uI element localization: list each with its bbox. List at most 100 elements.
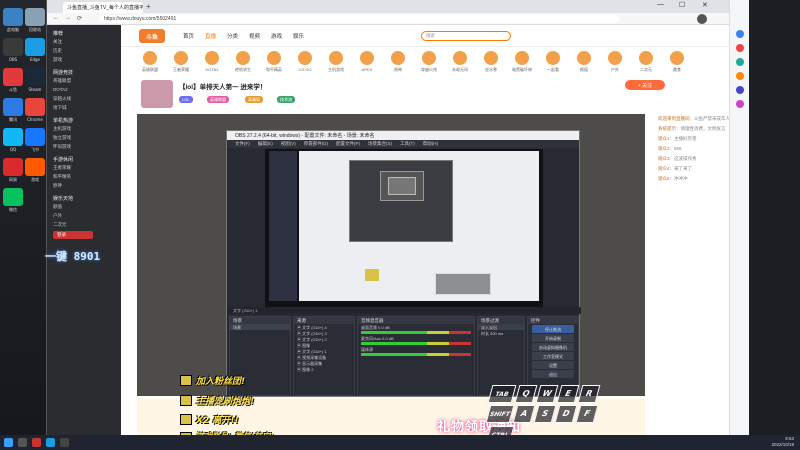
category-icon[interactable] — [453, 51, 467, 65]
category-icon[interactable] — [546, 51, 560, 65]
category-label[interactable]: 永劫无间 — [449, 67, 471, 73]
obs-control-button[interactable]: 退出 — [532, 370, 574, 378]
recycle-bin-icon[interactable] — [25, 8, 45, 26]
category-label[interactable]: 颜值 — [573, 67, 595, 73]
chrome-icon[interactable] — [25, 98, 45, 116]
volume-meter[interactable] — [361, 353, 471, 356]
category-label[interactable]: 逆水寒 — [480, 67, 502, 73]
nav-category[interactable]: 分类 — [227, 32, 238, 40]
nav-fun[interactable]: 娱乐 — [293, 32, 304, 40]
category-label[interactable]: 原神 — [387, 67, 409, 73]
nav-live[interactable]: 直播 — [205, 32, 216, 40]
maximize-button[interactable]: ☐ — [679, 1, 685, 9]
category-icon[interactable] — [577, 51, 591, 65]
app-icon-2[interactable] — [3, 68, 23, 86]
sidebar-item[interactable]: 穿越火线 — [47, 94, 121, 103]
category-icon[interactable] — [329, 51, 343, 65]
volume-meter[interactable] — [361, 331, 471, 334]
shopping-icon[interactable] — [736, 44, 744, 52]
douyu-logo[interactable]: 斗鱼 — [139, 29, 165, 43]
profile-avatar[interactable] — [697, 14, 707, 24]
edge-icon[interactable] — [46, 438, 55, 447]
url-field[interactable]: https://www.douyu.com/5502491 — [99, 15, 619, 23]
tools-icon[interactable] — [736, 58, 744, 66]
sidebar-item[interactable]: 主机游戏 — [47, 124, 121, 133]
obs-preview[interactable] — [265, 149, 543, 307]
sidebar-item[interactable]: DOTA2 — [47, 85, 121, 94]
search-icon[interactable] — [736, 30, 744, 38]
sidebar-item[interactable]: 游戏 — [47, 55, 121, 64]
sidebar-item[interactable]: 英雄联盟 — [47, 76, 121, 85]
login-button[interactable]: 登录 — [53, 231, 93, 239]
obs-icon[interactable] — [60, 438, 69, 447]
obs-control-button[interactable]: 启动虚拟摄像机 — [532, 343, 574, 351]
sidebar-item[interactable]: 关注 — [47, 37, 121, 46]
outlook-icon[interactable] — [736, 100, 744, 108]
obs-menu-item[interactable]: 工具(T) — [400, 141, 415, 146]
close-button[interactable]: ✕ — [702, 1, 708, 9]
obs-control-button[interactable]: 停止推流 — [532, 325, 574, 333]
category-icon[interactable] — [236, 51, 250, 65]
category-icon[interactable] — [484, 51, 498, 65]
nav-video[interactable]: 视频 — [249, 32, 260, 40]
category-icon[interactable] — [143, 51, 157, 65]
nav-home[interactable]: 首页 — [183, 32, 194, 40]
obs-control-button[interactable]: 开始录制 — [532, 334, 574, 342]
room-tag[interactable]: 英雄联盟 — [207, 96, 229, 103]
obs-menu-item[interactable]: 视图(V) — [281, 141, 296, 146]
search-icon[interactable] — [18, 438, 27, 447]
sidebar-item[interactable]: 户外 — [47, 211, 121, 220]
category-label[interactable]: 王者荣耀 — [170, 67, 192, 73]
sidebar-item[interactable]: 怀旧游戏 — [47, 142, 121, 151]
forward-icon[interactable]: → — [65, 15, 71, 21]
category-label[interactable]: 二次元 — [635, 67, 657, 73]
app-icon-5[interactable] — [3, 158, 23, 176]
app-icon-4[interactable] — [25, 128, 45, 146]
obs-menu-item[interactable]: 配置文件(P) — [336, 141, 360, 146]
room-tag[interactable]: 技术流 — [277, 96, 295, 103]
obs-menu-item[interactable]: 文件(F) — [235, 141, 250, 146]
scene-item[interactable]: 场景 — [230, 324, 290, 330]
start-icon[interactable] — [4, 438, 13, 447]
app-icon-6[interactable] — [25, 158, 45, 176]
refresh-icon[interactable]: ⟳ — [77, 15, 82, 22]
app-icon[interactable] — [32, 438, 41, 447]
tab-douyu[interactable]: 斗鱼直播_斗鱼TV_每个人的直播平台 — [63, 2, 143, 13]
anchor-avatar[interactable] — [141, 80, 173, 108]
app-icon-3[interactable] — [3, 98, 23, 116]
category-icon[interactable] — [205, 51, 219, 65]
sidebar-item[interactable]: 颜值 — [47, 202, 121, 211]
obs-menu-item[interactable]: 编辑(E) — [258, 141, 273, 146]
obs-menu-item[interactable]: 停靠部件(D) — [304, 141, 328, 146]
category-label[interactable]: 英雄联盟 — [139, 67, 161, 73]
category-label[interactable]: 一起看 — [542, 67, 564, 73]
computer-icon[interactable] — [3, 8, 23, 26]
category-label[interactable]: 美食 — [666, 67, 688, 73]
search-input[interactable]: 搜索 — [421, 31, 511, 41]
category-icon[interactable] — [174, 51, 188, 65]
category-icon[interactable] — [360, 51, 374, 65]
category-icon[interactable] — [639, 51, 653, 65]
obs-menu-item[interactable]: 帮助(H) — [423, 141, 438, 146]
follow-button[interactable]: + 关注 — [625, 80, 665, 90]
category-label[interactable]: CS:GO — [294, 67, 316, 72]
office-icon[interactable] — [736, 86, 744, 94]
obs-control-button[interactable]: 工作室模式 — [532, 352, 574, 360]
new-tab-button[interactable]: + — [146, 2, 151, 11]
category-icon[interactable] — [608, 51, 622, 65]
category-label[interactable]: 和平精英 — [263, 67, 285, 73]
category-label[interactable]: 绝地求生 — [232, 67, 254, 73]
category-icon[interactable] — [267, 51, 281, 65]
source-item[interactable]: ▣ 图像 2 — [294, 366, 354, 372]
app-icon-1[interactable] — [3, 38, 23, 56]
games-icon[interactable] — [736, 72, 744, 80]
category-icon[interactable] — [515, 51, 529, 65]
category-icon[interactable] — [298, 51, 312, 65]
category-label[interactable]: 户外 — [604, 67, 626, 73]
category-icon[interactable] — [670, 51, 684, 65]
obs-control-button[interactable]: 设置 — [532, 361, 574, 369]
qq-icon[interactable] — [3, 128, 23, 146]
category-icon[interactable] — [391, 51, 405, 65]
edge-icon[interactable] — [25, 38, 45, 56]
sidebar-item[interactable]: 历史 — [47, 46, 121, 55]
